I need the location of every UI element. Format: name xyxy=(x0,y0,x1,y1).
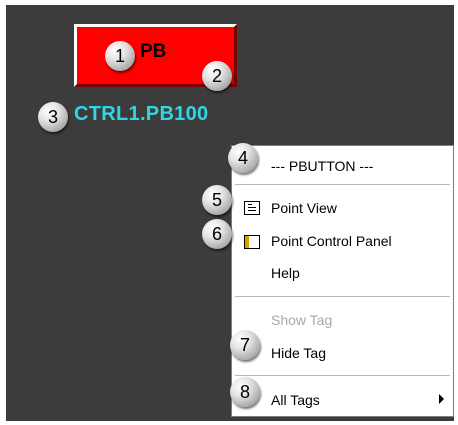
control-panel-icon xyxy=(244,235,260,249)
callout-badge-2: 2 xyxy=(202,61,232,91)
menu-item-help[interactable]: Help xyxy=(271,265,300,281)
menu-title: --- PBUTTON --- xyxy=(271,158,374,174)
callout-badge-1: 1 xyxy=(105,41,135,71)
menu-separator xyxy=(235,375,450,376)
detail-list-icon xyxy=(244,201,260,215)
menu-item-point-view[interactable]: Point View xyxy=(271,200,337,216)
menu-item-show-tag: Show Tag xyxy=(271,312,333,328)
context-menu: --- PBUTTON --- Point View Point Control… xyxy=(231,145,454,417)
menu-separator xyxy=(235,184,450,185)
menu-item-all-tags[interactable]: All Tags xyxy=(271,392,320,408)
pushbutton-label: PB xyxy=(140,41,167,62)
callout-badge-7: 7 xyxy=(230,330,260,360)
callout-badge-5: 5 xyxy=(202,185,232,215)
tag-name-label: CTRL1.PB100 xyxy=(74,103,209,125)
menu-item-hide-tag[interactable]: Hide Tag xyxy=(271,345,326,361)
graphic-display: PB CTRL1.PB100 --- PBUTTON --- Point Vie… xyxy=(6,5,454,421)
callout-badge-4: 4 xyxy=(228,143,258,173)
callout-badge-6: 6 xyxy=(202,219,232,249)
callout-badge-8: 8 xyxy=(230,377,260,407)
menu-item-point-control-panel[interactable]: Point Control Panel xyxy=(271,233,392,249)
menu-separator xyxy=(235,296,450,297)
submenu-arrow-icon xyxy=(439,394,444,404)
callout-badge-3: 3 xyxy=(38,102,68,132)
